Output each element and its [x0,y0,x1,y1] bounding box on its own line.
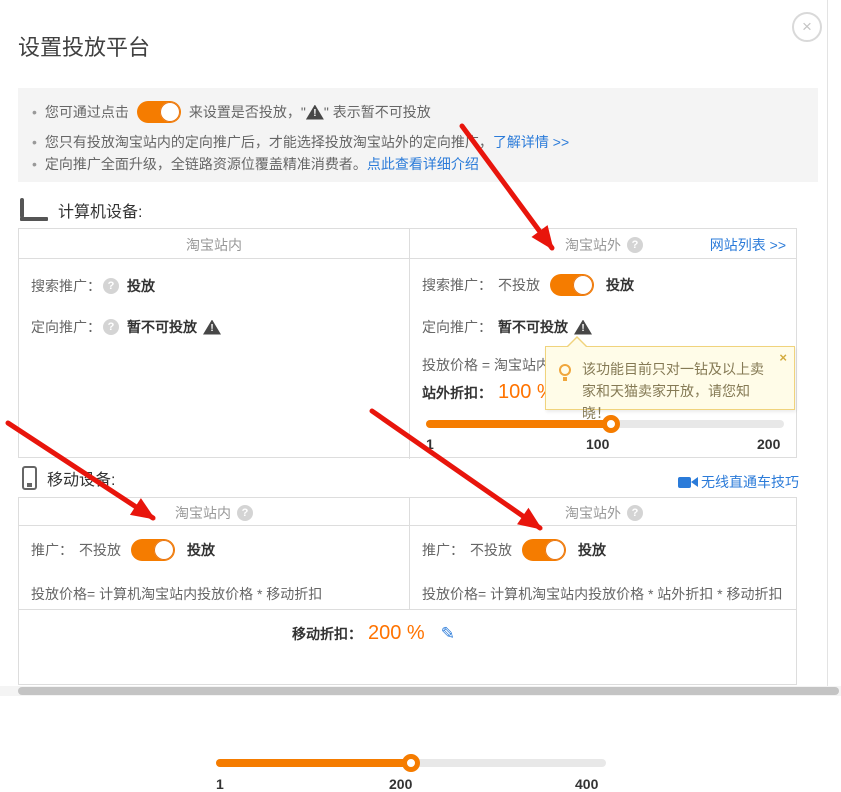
phone-icon [22,466,37,490]
tooltip-close-icon[interactable]: × [779,350,787,365]
mobile-discount-value: 200 % [368,622,425,645]
notice-1-pre: 您可通过点击 [45,102,129,122]
search-promo-label: 搜索推广： [422,275,492,295]
horizontal-scrollbar-thumb[interactable] [18,687,839,695]
toggle-off-label: 不投放 [498,275,540,295]
tooltip-text: 该功能目前只对一钻及以上卖家和天猫卖家开放，请您知晓！ [582,358,768,424]
mobile-outer-promo-row: 推广： 不投放 投放 [422,539,606,561]
mobile-discount-row: 移动折扣： 200 % ✎ 1 200 400 [19,609,796,685]
notice-bullet-2: 您只有投放淘宝站内的定向推广后，才能选择投放淘宝站外的定向推广， 了解详情 >> [32,132,569,152]
slider-tick-max: 200 [757,436,780,452]
target-promo-label: 定向推广： [422,317,492,337]
close-icon[interactable]: × [792,12,822,42]
mobile-section-title: 移动设备: [47,466,115,490]
mobile-outer-toggle[interactable] [522,539,566,561]
warning-icon [203,320,221,335]
notice-1-mid: 来设置是否投放，" [189,102,306,122]
detail-intro-link[interactable]: 点此查看详细介绍 [367,154,479,174]
slider-tick-max: 400 [575,776,598,792]
page-title: 设置投放平台 [18,30,150,62]
tooltip-caret [566,336,588,347]
lightbulb-icon [559,364,571,376]
seller-notice-tooltip: × 该功能目前只对一钻及以上卖家和天猫卖家开放，请您知晓！ [545,346,795,410]
mobile-discount-label: 移动折扣： [292,624,362,644]
video-tips[interactable]: 无线直通车技巧 [678,472,799,492]
toggle-off-label: 不投放 [79,540,121,560]
computer-table-header: 淘宝站内 淘宝站外 ? 网站列表 >> [19,229,796,259]
demo-toggle[interactable] [137,101,181,123]
mobile-inner-promo-row: 推广： 不投放 投放 [31,539,215,561]
target-promo-status: 暂不可投放 [127,317,197,337]
mobile-inner-header: 淘宝站内 ? [19,503,409,523]
computer-section-header: 计算机设备: [20,198,142,222]
notice-1-post: " 表示暂不可投放 [324,102,431,122]
target-promo-status: 暂不可投放 [498,317,568,337]
mobile-discount-slider[interactable] [216,754,606,772]
close-glyph: × [802,17,812,37]
toggle-off-label: 不投放 [470,540,512,560]
mobile-outer-cell: 推广： 不投放 投放 投放价格= 计算机淘宝站内投放价格 * 站外折扣 * 移动… [410,526,798,609]
computer-inner-cell: 搜索推广： ? 投放 定向推广： ? 暂不可投放 [19,259,409,458]
mobile-outer-header-label: 淘宝站外 [565,503,621,523]
toggle-on-label: 投放 [578,540,606,560]
promo-label: 推广： [422,540,464,560]
toggle-knob [154,540,174,560]
toggle-on-label: 投放 [187,540,215,560]
help-icon[interactable]: ? [103,278,119,294]
notice-3-text: 定向推广全面升级，全链路资源位覆盖精准消费者。 [45,154,367,174]
search-promo-label: 搜索推广： [31,276,101,296]
notice-box: 您可通过点击 来设置是否投放，" " 表示暂不可投放 您只有投放淘宝站内的定向推… [18,88,818,182]
computer-icon [20,200,48,221]
slider-tick-min: 1 [216,776,224,792]
notice-bullet-1: 您可通过点击 来设置是否投放，" " 表示暂不可投放 [32,99,431,125]
computer-inner-search-row: 搜索推广： ? 投放 [31,276,155,296]
promo-label: 推广： [31,540,73,560]
target-promo-label: 定向推广： [31,317,101,337]
mobile-outer-header: 淘宝站外 ? [410,503,798,523]
slider-fill [216,759,411,767]
toggle-knob [573,275,593,295]
vertical-scrollbar[interactable] [827,0,841,696]
slider-tick-min: 1 [426,436,434,452]
mobile-inner-header-label: 淘宝站内 [175,503,231,523]
slider-handle[interactable] [402,754,420,772]
offsite-discount-label: 站外折扣： [422,383,492,403]
video-camera-icon [678,477,691,488]
notice-bullet-3: 定向推广全面升级，全链路资源位覆盖精准消费者。 点此查看详细介绍 [32,154,479,174]
computer-inner-header: 淘宝站内 [19,235,409,255]
help-icon[interactable]: ? [237,505,253,521]
help-icon[interactable]: ? [627,505,643,521]
warning-icon [574,320,592,335]
slider-tick-mid: 200 [389,776,412,792]
warning-icon [306,105,324,120]
toggle-on-label: 投放 [606,275,634,295]
computer-outer-search-toggle[interactable] [550,274,594,296]
computer-outer-header-label: 淘宝站外 [565,235,621,255]
toggle-knob [160,102,180,122]
toggle-knob [545,540,565,560]
computer-outer-search-row: 搜索推广： 不投放 投放 [422,274,634,296]
computer-outer-target-row: 定向推广： 暂不可投放 [422,317,592,337]
notice-2-text: 您只有投放淘宝站内的定向推广后，才能选择投放淘宝站外的定向推广， [45,132,493,152]
offsite-discount-row: 站外折扣： 100 % [422,381,555,404]
edit-pencil-icon[interactable]: ✎ [441,624,455,644]
slider-tick-mid: 100 [586,436,609,452]
search-promo-status: 投放 [127,276,155,296]
mobile-table-header: 淘宝站内 ? 淘宝站外 ? [19,498,796,526]
wireless-tips-link[interactable]: 无线直通车技巧 [701,472,799,492]
mobile-table: 淘宝站内 ? 淘宝站外 ? 推广： 不投放 投放 投放价格= 计算机淘宝站内投放… [18,497,797,685]
help-icon[interactable]: ? [103,319,119,335]
mobile-discount-group: 移动折扣： 200 % ✎ [292,622,455,645]
site-list-link[interactable]: 网站列表 >> [710,235,786,255]
help-icon[interactable]: ? [627,237,643,253]
computer-section-title: 计算机设备: [58,198,142,222]
computer-inner-target-row: 定向推广： ? 暂不可投放 [31,317,221,337]
mobile-section-header: 移动设备: [22,466,115,490]
mobile-outer-formula: 投放价格= 计算机淘宝站内投放价格 * 站外折扣 * 移动折扣 [422,584,783,604]
mobile-inner-toggle[interactable] [131,539,175,561]
mobile-inner-cell: 推广： 不投放 投放 投放价格= 计算机淘宝站内投放价格 * 移动折扣 [19,526,409,609]
mobile-inner-formula: 投放价格= 计算机淘宝站内投放价格 * 移动折扣 [31,584,322,604]
learn-more-link[interactable]: 了解详情 >> [493,132,569,152]
